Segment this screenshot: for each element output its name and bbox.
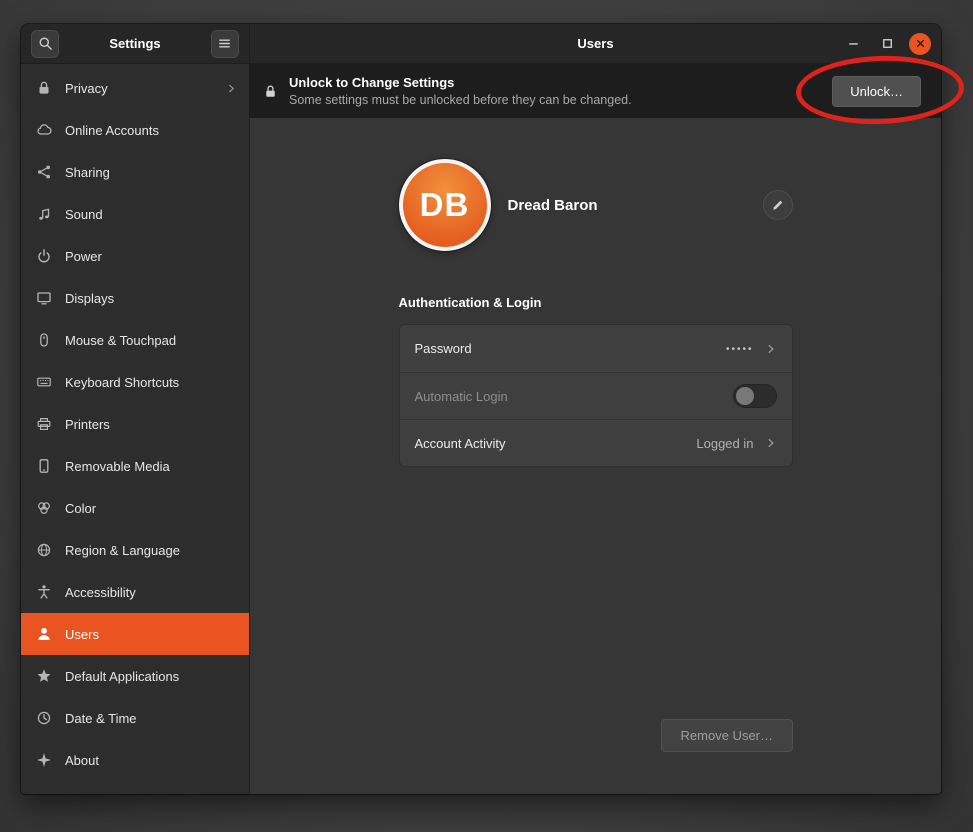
sidebar-item-label: Users [65, 627, 237, 642]
close-button[interactable] [909, 33, 931, 55]
auth-login-section: Authentication & Login Password••••• Auto… [399, 295, 793, 467]
pencil-icon [771, 198, 785, 212]
sidebar-headerbar: Settings [21, 24, 250, 64]
banner-text: Unlock to Change Settings Some settings … [289, 74, 632, 108]
sidebar-item-label: Printers [65, 417, 237, 432]
search-icon [38, 36, 53, 51]
sidebar-item-default-applications[interactable]: Default Applications [21, 655, 249, 697]
sidebar-item-online-accounts[interactable]: Online Accounts [21, 109, 249, 151]
clock-icon [36, 710, 52, 726]
printer-icon [36, 416, 52, 432]
sidebar-item-privacy[interactable]: Privacy [21, 67, 249, 109]
sidebar-item-label: Keyboard Shortcuts [65, 375, 237, 390]
row-password[interactable]: Password••••• [400, 325, 792, 372]
mouse-icon [36, 332, 52, 348]
chevron-right-icon [226, 83, 237, 94]
chevron-right-icon [765, 437, 777, 449]
user-name: Dread Baron [508, 197, 598, 214]
main-headerbar: Users [250, 24, 941, 64]
close-icon [914, 37, 927, 50]
sidebar-item-label: Region & Language [65, 543, 237, 558]
edit-name-button[interactable] [763, 190, 793, 220]
sidebar-item-label: Default Applications [65, 669, 237, 684]
sidebar-item-color[interactable]: Color [21, 487, 249, 529]
settings-window: Settings Users Privacy Online Accounts Sha… [21, 24, 941, 794]
unlock-button[interactable]: Unlock… [832, 76, 921, 107]
sidebar-item-label: Mouse & Touchpad [65, 333, 237, 348]
sidebar-item-label: Sound [65, 207, 237, 222]
desktop-background: Settings Users Privacy Online Accounts Sha… [0, 0, 973, 832]
sidebar-item-printers[interactable]: Printers [21, 403, 249, 445]
unlock-banner: Unlock to Change Settings Some settings … [250, 64, 941, 118]
sound-icon [36, 206, 52, 222]
sidebar-item-keyboard-shortcuts[interactable]: Keyboard Shortcuts [21, 361, 249, 403]
toggle-knob [736, 387, 754, 405]
user-block: DB Dread Baron [399, 159, 793, 251]
menu-button[interactable] [211, 30, 239, 58]
sidebar-item-label: Privacy [65, 81, 213, 96]
row-label: Password [415, 341, 726, 356]
keyboard-icon [36, 374, 52, 390]
sidebar-item-label: Date & Time [65, 711, 237, 726]
sidebar-item-region-language[interactable]: Region & Language [21, 529, 249, 571]
row-automatic-login[interactable]: Automatic Login [400, 372, 792, 419]
sidebar-item-sound[interactable]: Sound [21, 193, 249, 235]
sidebar-item-mouse-touchpad[interactable]: Mouse & Touchpad [21, 319, 249, 361]
sidebar-item-users[interactable]: Users [21, 613, 249, 655]
sidebar-item-displays[interactable]: Displays [21, 277, 249, 319]
avatar-initials: DB [420, 186, 470, 224]
sidebar-item-about[interactable]: About [21, 739, 249, 781]
row-account-activity[interactable]: Account ActivityLogged in [400, 419, 792, 466]
sidebar-item-label: Accessibility [65, 585, 237, 600]
row-label: Automatic Login [415, 389, 733, 404]
section-title: Authentication & Login [399, 295, 793, 310]
star-icon [36, 668, 52, 684]
banner-title: Unlock to Change Settings [289, 74, 632, 92]
share-icon [36, 164, 52, 180]
sidebar-item-sharing[interactable]: Sharing [21, 151, 249, 193]
users-icon [36, 626, 52, 642]
remove-user-button[interactable]: Remove User… [661, 719, 793, 752]
globe-icon [36, 542, 52, 558]
main-content: Unlock to Change Settings Some settings … [250, 64, 941, 794]
avatar[interactable]: DB [399, 159, 491, 251]
sidebar: Privacy Online Accounts Sharing Sound Power D… [21, 64, 250, 794]
sidebar-item-removable-media[interactable]: Removable Media [21, 445, 249, 487]
media-icon [36, 458, 52, 474]
power-icon [36, 248, 52, 264]
lock-icon [263, 84, 278, 99]
row-value: ••••• [726, 344, 754, 355]
automatic-login-toggle[interactable] [733, 384, 777, 408]
minimize-icon [846, 36, 861, 51]
banner-subtitle: Some settings must be unlocked before th… [289, 92, 632, 108]
displays-icon [36, 290, 52, 306]
sidebar-item-label: Removable Media [65, 459, 237, 474]
sidebar-item-accessibility[interactable]: Accessibility [21, 571, 249, 613]
row-label: Account Activity [415, 436, 697, 451]
lock-icon [36, 80, 52, 96]
window-title: Users [577, 36, 613, 51]
color-icon [36, 500, 52, 516]
maximize-button[interactable] [875, 32, 899, 56]
chevron-right-icon [765, 343, 777, 355]
accessibility-icon [36, 584, 52, 600]
maximize-icon [880, 36, 895, 51]
hamburger-menu-icon [217, 36, 232, 51]
sidebar-item-label: Displays [65, 291, 237, 306]
sidebar-item-date-time[interactable]: Date & Time [21, 697, 249, 739]
auth-login-list: Password••••• Automatic Login Account Acti… [399, 324, 793, 467]
sidebar-item-label: About [65, 753, 237, 768]
sidebar-item-label: Online Accounts [65, 123, 237, 138]
sidebar-item-label: Color [65, 501, 237, 516]
sidebar-item-label: Power [65, 249, 237, 264]
about-icon [36, 752, 52, 768]
window-controls [841, 24, 931, 63]
cloud-icon [36, 122, 52, 138]
search-button[interactable] [31, 30, 59, 58]
sidebar-item-label: Sharing [65, 165, 237, 180]
row-value: Logged in [696, 436, 753, 451]
sidebar-title: Settings [109, 36, 160, 51]
minimize-button[interactable] [841, 32, 865, 56]
sidebar-item-power[interactable]: Power [21, 235, 249, 277]
